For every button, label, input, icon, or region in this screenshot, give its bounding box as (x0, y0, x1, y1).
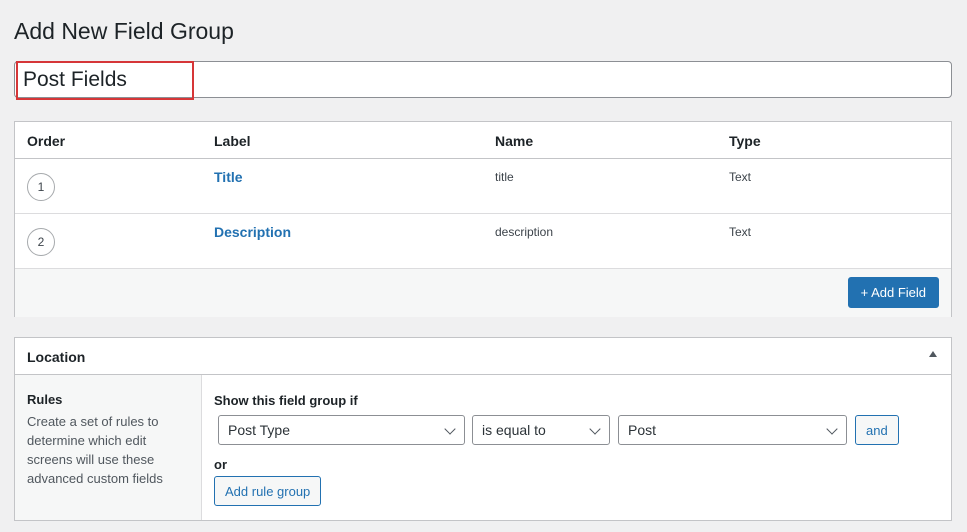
chevron-down-icon (826, 423, 838, 435)
rule-param-value: Post Type (228, 422, 291, 438)
field-type: Text (729, 225, 752, 239)
order-badge[interactable]: 1 (27, 173, 55, 201)
fields-table-footer: + Add Field (15, 269, 951, 317)
or-label: or (214, 457, 227, 472)
column-label: Label (214, 133, 251, 149)
column-order: Order (27, 133, 66, 149)
column-type: Type (729, 133, 761, 149)
field-label-link[interactable]: Description (214, 224, 291, 240)
rule-value-value: Post (628, 422, 657, 438)
page-title: Add New Field Group (14, 18, 234, 44)
rules-editor: Show this field group if Post Type is eq… (202, 375, 951, 520)
field-type: Text (729, 170, 752, 184)
field-name: title (495, 170, 514, 184)
collapse-arrow-icon[interactable] (929, 351, 937, 357)
add-field-button[interactable]: + Add Field (847, 277, 939, 308)
field-label-link[interactable]: Title (214, 169, 243, 185)
title-field-wrapper (14, 61, 952, 98)
table-row: 2 Description description Text (15, 214, 951, 269)
add-rule-group-button[interactable]: Add rule group (214, 476, 322, 506)
rule-value-select[interactable]: Post (618, 415, 847, 445)
location-panel: Location Rules Create a set of rules to … (14, 337, 952, 521)
show-if-label: Show this field group if (214, 393, 358, 408)
rules-title: Rules (27, 392, 63, 407)
order-badge[interactable]: 2 (27, 228, 55, 256)
rule-operator-value: is equal to (482, 422, 546, 438)
rule-operator-select[interactable]: is equal to (472, 415, 610, 445)
fields-table-header: Order Label Name Type (15, 122, 951, 159)
location-title: Location (27, 349, 86, 365)
table-row: 1 Title title Text (15, 159, 951, 214)
field-name: description (495, 225, 554, 239)
location-panel-header[interactable]: Location (15, 338, 951, 375)
and-button[interactable]: and (855, 415, 899, 445)
fields-table: Order Label Name Type 1 Title title Text… (14, 121, 952, 317)
rule-param-select[interactable]: Post Type (218, 415, 465, 445)
field-group-title-input[interactable] (15, 62, 951, 97)
chevron-down-icon (444, 423, 456, 435)
chevron-down-icon (589, 423, 601, 435)
column-name: Name (495, 133, 534, 149)
rules-description: Create a set of rules to determine which… (27, 414, 163, 486)
rules-description-panel: Rules Create a set of rules to determine… (15, 375, 202, 520)
